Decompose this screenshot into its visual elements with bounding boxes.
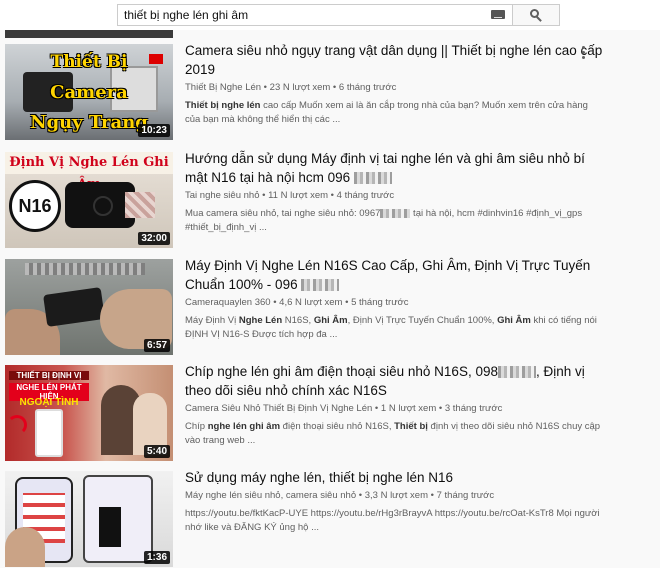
video-thumbnail[interactable]: Định Vị Nghe Lén Ghi Âm N16 32:00 [5, 152, 173, 248]
thumbnail-badge: N16 [9, 180, 61, 232]
view-count: 3,3 N lượt xem [364, 490, 428, 501]
title-text: Chíp nghe lén ghi âm điện thoại siêu nhỏ… [185, 364, 498, 379]
desc-text: Mua camera siêu nhỏ, tai nghe siêu nhỏ: … [185, 208, 381, 219]
upload-age: 3 tháng trước [444, 403, 503, 414]
thumbnail-art [5, 527, 45, 567]
channel-name[interactable]: Cameraquaylen 360 [185, 297, 271, 308]
video-thumbnail[interactable]: Thiết Bị Camera Ngụy Trang 10:23 [5, 44, 173, 140]
channel-name[interactable]: Tai nghe siêu nhỏ [185, 190, 259, 201]
thumbnail-art [83, 475, 153, 563]
video-title[interactable]: Máy Định Vị Nghe Lén N16S Cao Cấp, Ghi Â… [185, 256, 605, 294]
desc-highlight: Ghi Âm [313, 315, 348, 326]
video-duration: 32:00 [138, 232, 170, 245]
redacted-number [380, 208, 411, 218]
video-duration: 10:23 [138, 124, 170, 137]
video-result[interactable]: 6:57 Máy Định Vị Nghe Lén N16S Cao Cấp, … [5, 256, 655, 355]
desc-highlight: Thiết bị [394, 421, 428, 432]
video-info: Camera siêu nhỏ ngụy trang vật dân dụng … [185, 41, 605, 127]
video-duration: 5:40 [143, 445, 170, 458]
desc-text: , Định Vị Trực Tuyến Chuẩn 100%, [347, 315, 498, 326]
thumbnail-art [125, 192, 155, 218]
video-title[interactable]: Sử dụng máy nghe lén, thiết bị nghe lén … [185, 468, 605, 487]
search-button[interactable] [512, 4, 560, 26]
video-meta: Tai nghe siêu nhỏ • 11 N lượt xem • 4 th… [185, 190, 395, 201]
desc-highlight: Thiết bị nghe lén [185, 100, 261, 111]
video-info: Máy Định Vị Nghe Lén N16S Cao Cấp, Ghi Â… [185, 256, 605, 342]
thumbnail-art [43, 287, 105, 327]
title-text: Máy Định Vị Nghe Lén N16S Cao Cấp, Ghi Â… [185, 258, 591, 292]
video-title[interactable]: Chíp nghe lén ghi âm điện thoại siêu nhỏ… [185, 362, 605, 400]
channel-name[interactable]: Máy nghe lén siêu nhỏ, camera siêu nhỏ [185, 490, 356, 501]
thumbnail-text: THIẾT BỊ ĐỊNH VỊ [9, 371, 89, 380]
desc-text: N16S, [282, 315, 314, 326]
redacted-number [301, 279, 340, 292]
top-bar [0, 0, 660, 30]
search-icon [530, 9, 542, 22]
video-thumbnail[interactable]: 1:36 [5, 471, 173, 567]
video-description: https://youtu.be/fktKacP-UYE https://you… [185, 508, 600, 533]
upload-age: 4 tháng trước [336, 190, 395, 201]
redacted-number [497, 366, 536, 379]
channel-name[interactable]: Thiết Bị Nghe Lén [185, 82, 261, 93]
video-thumbnail[interactable]: THIẾT BỊ ĐỊNH VỊ NGHE LÉN PHÁT HIỆN NGOẠ… [5, 365, 173, 461]
video-result[interactable]: THIẾT BỊ ĐỊNH VỊ NGHE LÉN PHÁT HIỆN NGOẠ… [5, 362, 655, 461]
video-description: Máy Định Vị Nghe Lén N16S, Ghi Âm, Định … [185, 314, 605, 342]
thumbnail-art [35, 409, 63, 457]
thumbnail-text: Thiết Bị [50, 52, 128, 72]
channel-name[interactable]: Camera Siêu Nhỏ Thiết Bị Định Vị Nghe Lé… [185, 403, 372, 414]
video-result[interactable]: Thiết Bị Camera Ngụy Trang 10:23 Camera … [5, 41, 655, 140]
desc-highlight: nghe lén ghi âm [207, 421, 281, 432]
search-box [117, 4, 560, 26]
video-result[interactable]: Định Vị Nghe Lén Ghi Âm N16 32:00 Hướng … [5, 149, 655, 248]
video-meta: Máy nghe lén siêu nhỏ, camera siêu nhỏ •… [185, 490, 495, 501]
desc-highlight: Ghi Âm [497, 315, 531, 326]
video-info: Sử dụng máy nghe lén, thiết bị nghe lén … [185, 468, 605, 535]
video-info: Chíp nghe lén ghi âm điện thoại siêu nhỏ… [185, 362, 605, 448]
video-meta: Camera Siêu Nhỏ Thiết Bị Định Vị Nghe Lé… [185, 403, 503, 414]
upload-age: 5 tháng trước [351, 297, 409, 308]
previous-thumbnail-edge[interactable] [5, 30, 173, 38]
video-title[interactable]: Hướng dẫn sử dụng Máy định vị tai nghe l… [185, 149, 605, 187]
upload-age: 7 tháng trước [436, 490, 495, 501]
video-thumbnail[interactable]: 6:57 [5, 259, 173, 355]
thumbnail-text: Định Vị Nghe Lén Ghi Âm [5, 152, 173, 192]
video-meta: Thiết Bị Nghe Lén • 23 N lượt xem • 6 th… [185, 82, 397, 93]
thumbnail-text: Camera [50, 82, 128, 103]
thumbnail-art [25, 263, 145, 275]
view-count: 23 N lượt xem [269, 82, 331, 93]
desc-highlight: Nghe Lén [238, 315, 283, 326]
view-count: 11 N lượt xem [268, 190, 329, 201]
redacted-number [353, 172, 392, 185]
video-title[interactable]: Camera siêu nhỏ ngụy trang vật dân dụng … [185, 41, 605, 79]
desc-text: Chíp [185, 421, 208, 432]
video-description: Thiết bị nghe lén cao cấp Muốn xem ai là… [185, 99, 605, 127]
video-description: Chíp nghe lén ghi âm điện thoại siêu nhỏ… [185, 420, 605, 448]
video-info: Hướng dẫn sử dụng Máy định vị tai nghe l… [185, 149, 605, 235]
more-vert-icon[interactable] [582, 46, 586, 60]
desc-text: điện thoại siêu nhỏ N16S, [280, 421, 395, 432]
desc-text: Máy Định Vị [185, 315, 239, 326]
upload-age: 6 tháng trước [338, 82, 397, 93]
video-meta: Cameraquaylen 360 • 4,6 N lượt xem • 5 t… [185, 297, 409, 308]
view-count: 1 N lượt xem [380, 403, 437, 414]
search-input[interactable] [117, 4, 512, 26]
signal-icon [7, 415, 27, 435]
keyboard-icon[interactable] [491, 10, 505, 19]
video-description: Mua camera siêu nhỏ, tai nghe siêu nhỏ: … [185, 207, 605, 235]
video-result[interactable]: 1:36 Sử dụng máy nghe lén, thiết bị nghe… [5, 468, 655, 567]
video-duration: 1:36 [143, 551, 170, 564]
video-duration: 6:57 [143, 339, 170, 352]
thumbnail-text: NGOẠI TÌNH [19, 397, 79, 408]
view-count: 4,6 N lượt xem [279, 297, 343, 308]
